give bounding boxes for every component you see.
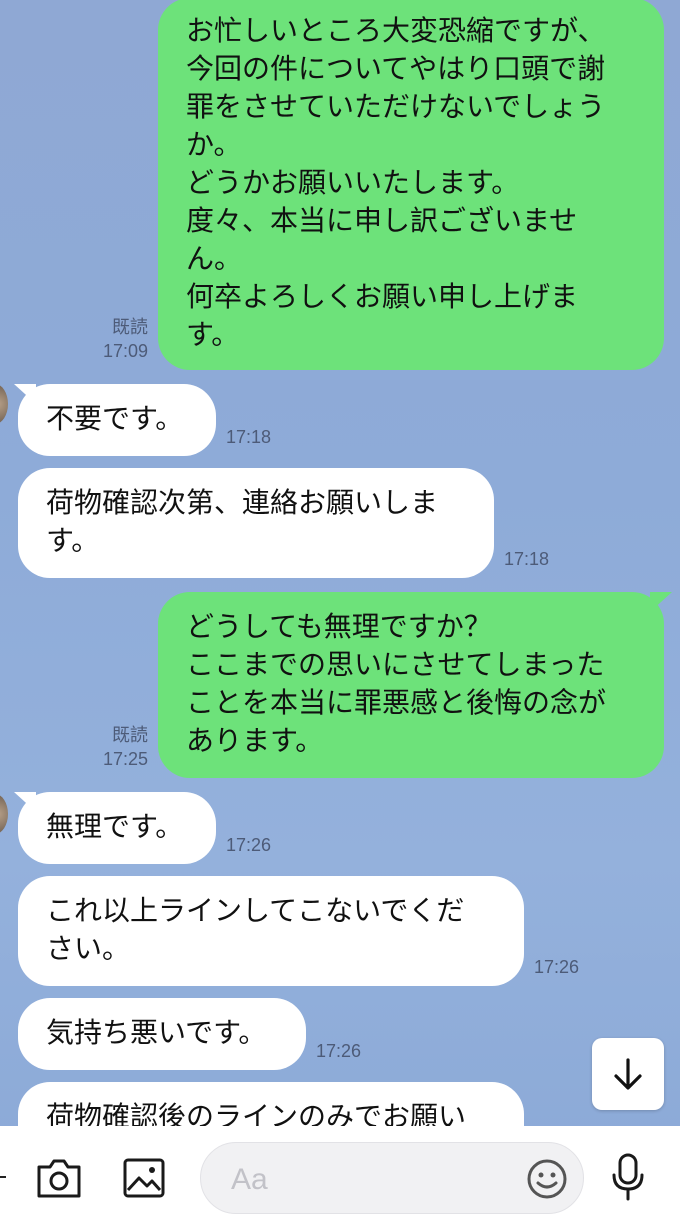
camera-button[interactable] bbox=[34, 1154, 84, 1202]
arrow-down-icon bbox=[614, 1058, 642, 1090]
camera-icon bbox=[37, 1159, 81, 1198]
emoji-button[interactable] bbox=[525, 1157, 569, 1201]
avatar[interactable] bbox=[0, 384, 8, 424]
chat-screen: お忙しいところ大変恐縮ですが、 今回の件についてやはり口頭で謝 罪をさせていただ… bbox=[0, 0, 680, 1228]
composer-bar bbox=[0, 1126, 680, 1228]
read-receipt: 既読 bbox=[112, 725, 148, 745]
message-time: 17:09 bbox=[102, 341, 148, 361]
message-time: 17:25 bbox=[102, 749, 148, 769]
message-bubble-incoming[interactable]: 荷物確認次第、連絡お願いしま す。 bbox=[18, 468, 494, 578]
message-bubble-incoming[interactable]: これ以上ラインしてこないでくだ さい。 bbox=[18, 876, 524, 986]
emoji-icon bbox=[527, 1159, 567, 1199]
message-input-field[interactable] bbox=[200, 1142, 584, 1214]
avatar[interactable] bbox=[0, 794, 8, 834]
message-bubble-incoming[interactable]: 無理です。 bbox=[18, 792, 216, 864]
message-time: 17:26 bbox=[534, 957, 580, 977]
message-time: 17:18 bbox=[504, 549, 550, 569]
message-bubble-incoming[interactable]: 気持ち悪いです。 bbox=[18, 998, 306, 1070]
message-input[interactable] bbox=[229, 1159, 513, 1201]
message-bubble-incoming[interactable]: 荷物確認後のラインのみでお願い bbox=[18, 1082, 524, 1126]
microphone-icon bbox=[612, 1153, 644, 1201]
image-button[interactable] bbox=[118, 1154, 170, 1202]
message-bubble-outgoing[interactable]: どうしても無理ですか？ ここまでの思いにさせてしまった ことを本当に罪悪感と後悔… bbox=[158, 592, 664, 778]
read-receipt: 既読 bbox=[112, 317, 148, 337]
message-time: 17:18 bbox=[226, 427, 272, 447]
message-bubble-outgoing[interactable]: お忙しいところ大変恐縮ですが、 今回の件についてやはり口頭で謝 罪をさせていただ… bbox=[158, 0, 664, 370]
message-time: 17:26 bbox=[226, 835, 272, 855]
more-button-partial[interactable] bbox=[0, 1176, 6, 1178]
message-text: お忙しいところ大変恐縮ですが、 今回の件についてやはり口頭で謝 罪をさせていただ… bbox=[186, 14, 606, 351]
microphone-button[interactable] bbox=[604, 1152, 652, 1202]
message-list[interactable]: お忙しいところ大変恐縮ですが、 今回の件についてやはり口頭で謝 罪をさせていただ… bbox=[0, 0, 680, 1126]
message-bubble-incoming[interactable]: 不要です。 bbox=[18, 384, 216, 456]
image-icon bbox=[123, 1158, 165, 1198]
scroll-to-bottom-button[interactable] bbox=[592, 1038, 664, 1110]
message-time: 17:26 bbox=[316, 1041, 362, 1061]
